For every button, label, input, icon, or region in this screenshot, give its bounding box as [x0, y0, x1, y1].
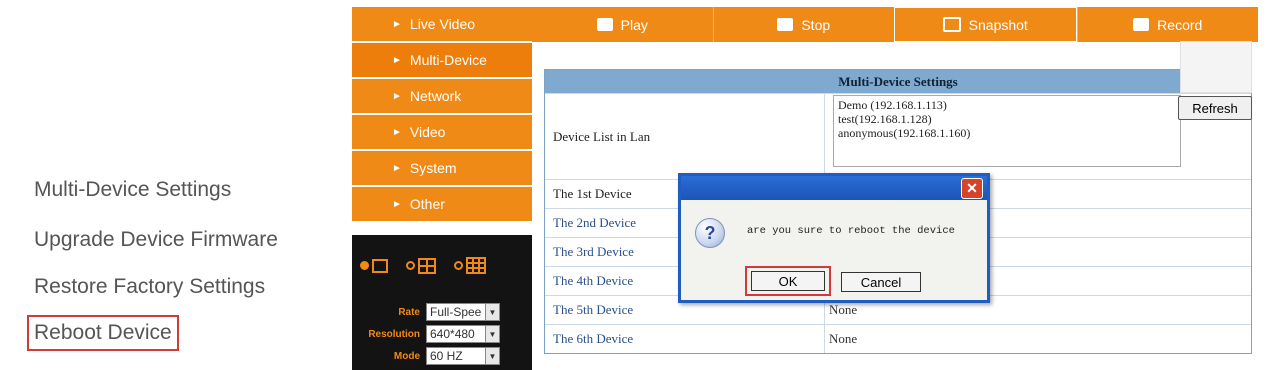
camera-icon [942, 17, 961, 32]
arrow-right-icon: ► [392, 126, 402, 138]
menu-item-upgrade-firmware[interactable]: Upgrade Device Firmware [34, 228, 278, 252]
device-list-item[interactable]: test(192.168.1.128) [838, 112, 1176, 126]
menu-item-restore-factory[interactable]: Restore Factory Settings [34, 275, 265, 299]
rate-row: Rate Full-Spee ▼ [354, 303, 500, 321]
record-icon [1133, 18, 1150, 31]
toolbar: Play Stop Snapshot Record [532, 7, 1258, 42]
device-list-item[interactable]: anonymous(192.168.1.160) [838, 126, 1176, 140]
camera-web-ui: ► Live Video ► Multi-Device ► Network ► Vide… [352, 7, 1258, 370]
resolution-select[interactable]: 640*480 [426, 325, 486, 343]
resolution-row: Resolution 640*480 ▼ [354, 325, 500, 343]
chevron-down-icon[interactable]: ▼ [486, 303, 500, 321]
stop-button[interactable]: Stop [712, 7, 895, 42]
nav-item-label: Other [409, 196, 445, 212]
dialog-message: are you sure to reboot the device [747, 225, 955, 237]
dialog-titlebar: ✕ [681, 176, 987, 200]
chevron-down-icon[interactable]: ▼ [486, 347, 500, 365]
table-row: The 6th Device None [545, 324, 1251, 353]
mode-label: Mode [393, 350, 420, 362]
cancel-button[interactable]: Cancel [841, 272, 921, 292]
nav-item-label: Network [409, 88, 462, 104]
device-row-value: None [829, 331, 858, 346]
refresh-button[interactable]: Refresh [1178, 96, 1252, 120]
record-label: Record [1157, 16, 1203, 33]
nav-item-system[interactable]: ► System [352, 151, 532, 187]
mode-select[interactable]: 60 HZ [426, 347, 486, 365]
mode-row: Mode 60 HZ ▼ [354, 347, 500, 365]
arrow-right-icon: ► [392, 90, 402, 102]
radio-icon [454, 261, 463, 270]
device-row-link[interactable]: The 6th Device [545, 325, 825, 353]
quad-view-icon [418, 257, 436, 274]
menu-item-multi-device-settings[interactable]: Multi-Device Settings [34, 178, 231, 202]
arrow-right-icon: ► [392, 18, 402, 30]
snapshot-label: Snapshot [968, 16, 1028, 33]
play-icon [596, 18, 613, 31]
question-icon: ? [695, 218, 725, 248]
single-view-icon [372, 258, 388, 273]
radio-icon [406, 261, 415, 270]
view-mode-9[interactable] [454, 257, 486, 274]
record-button[interactable]: Record [1076, 7, 1259, 42]
snapshot-button[interactable]: Snapshot [894, 7, 1077, 42]
arrow-right-icon: ► [392, 54, 402, 66]
nav-item-live-video[interactable]: ► Live Video [352, 7, 532, 43]
menu-item-reboot-device[interactable]: Reboot Device [27, 315, 179, 351]
chevron-down-icon[interactable]: ▼ [486, 325, 500, 343]
play-button[interactable]: Play [532, 7, 713, 42]
arrow-right-icon: ► [392, 162, 402, 174]
preview-placeholder [1180, 41, 1252, 93]
device-list-item[interactable]: Demo (192.168.1.113) [838, 98, 1176, 112]
stop-label: Stop [801, 16, 831, 33]
nav-item-video[interactable]: ► Video [352, 115, 532, 151]
nav-item-network[interactable]: ► Network [352, 79, 532, 115]
nav-item-other[interactable]: ► Other [352, 187, 532, 223]
view-mode-4[interactable] [406, 257, 436, 274]
confirm-dialog: ✕ ? are you sure to reboot the device OK… [678, 173, 990, 303]
nav-item-label: Live Video [409, 16, 476, 32]
nav-item-multi-device[interactable]: ► Multi-Device [352, 43, 532, 79]
rate-select[interactable]: Full-Spee [426, 303, 486, 321]
rate-label: Rate [398, 306, 420, 318]
view-mode-1[interactable] [360, 258, 388, 273]
device-list-row: Device List in Lan Demo (192.168.1.113) … [545, 93, 1251, 179]
sidebar-nav: ► Live Video ► Multi-Device ► Network ► Vide… [352, 7, 532, 223]
play-label: Play [620, 16, 648, 33]
nine-view-icon [466, 257, 486, 274]
radio-selected-icon [360, 261, 369, 270]
arrow-right-icon: ► [392, 198, 402, 210]
device-list-label: Device List in Lan [545, 94, 825, 179]
device-list-box[interactable]: Demo (192.168.1.113) test(192.168.1.128)… [833, 95, 1181, 167]
ok-button-highlight: OK [745, 266, 831, 296]
nav-item-label: Multi-Device [409, 52, 487, 68]
view-mode-group [360, 257, 486, 274]
nav-item-label: Video [409, 124, 446, 140]
ok-button[interactable]: OK [751, 271, 825, 291]
close-icon[interactable]: ✕ [961, 178, 983, 199]
video-control-panel: Rate Full-Spee ▼ Resolution 640*480 ▼ Mo… [352, 235, 532, 370]
panel-title: Multi-Device Settings [545, 70, 1251, 93]
stop-icon [777, 18, 794, 31]
nav-item-label: System [409, 160, 457, 176]
resolution-label: Resolution [368, 328, 420, 340]
